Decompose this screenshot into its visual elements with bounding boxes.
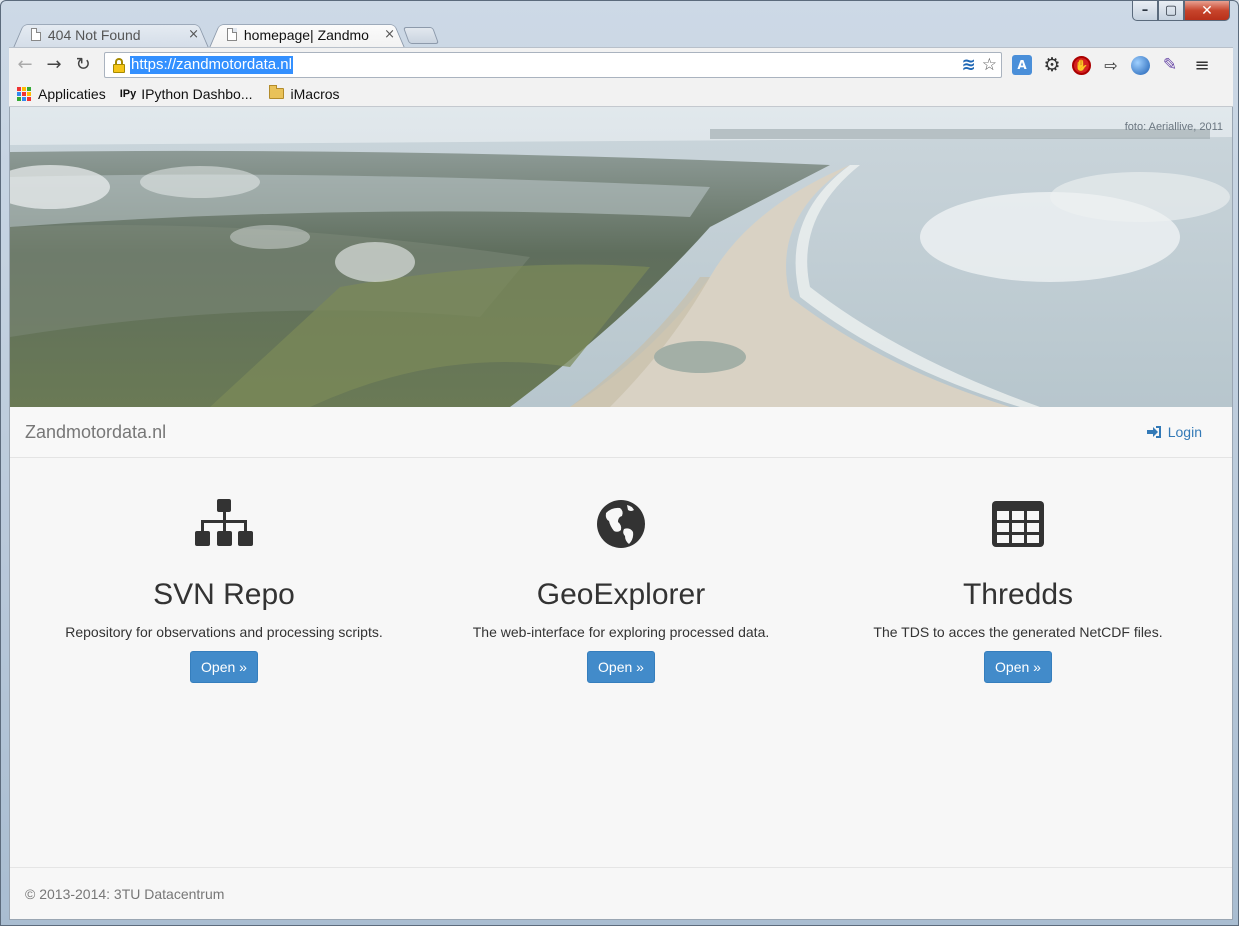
omnibox-actions: ≋ ☆	[962, 55, 998, 75]
open-geoexplorer-button[interactable]: Open »	[587, 651, 655, 683]
minimize-icon: –	[1141, 3, 1149, 18]
login-label: Login	[1167, 424, 1202, 440]
folder-icon	[268, 85, 284, 99]
forward-button[interactable]: →	[41, 52, 67, 78]
column-description: Repository for observations and processi…	[65, 624, 383, 640]
bookmark-label: Applicaties	[38, 85, 106, 102]
log-in-icon	[1146, 426, 1161, 438]
address-bar[interactable]: https://zandmotordata.nl ≋ ☆	[104, 52, 1002, 78]
hero-image: foto: Aeriallive, 2011	[10, 107, 1232, 407]
bookmark-applicaties[interactable]: Applicaties	[17, 86, 106, 102]
sitemap-icon	[24, 498, 424, 550]
site-navbar: Zandmotordata.nl Login	[10, 407, 1232, 458]
apps-icon	[17, 86, 31, 101]
browser-window: – ▢ ✕ 404 Not Found × homepage| Zandmo ×…	[0, 0, 1239, 926]
tab-close-icon[interactable]: ×	[188, 27, 199, 42]
maximize-button[interactable]: ▢	[1158, 1, 1184, 21]
tab-homepage[interactable]: homepage| Zandmo ×	[209, 21, 405, 48]
site-brand[interactable]: Zandmotordata.nl	[25, 422, 166, 443]
bookmark-label: iMacros	[290, 85, 340, 102]
waves-icon[interactable]: ≋	[962, 55, 976, 75]
menu-icon[interactable]: ≡	[1190, 53, 1214, 77]
bookmark-imacros[interactable]: iMacros	[268, 85, 340, 102]
window-controls: – ▢ ✕	[1132, 1, 1230, 21]
page-viewport: foto: Aeriallive, 2011 Zandmotordata.nl …	[9, 107, 1233, 920]
tab-close-icon[interactable]: ×	[384, 27, 395, 42]
feature-columns: SVN Repo Repository for observations and…	[10, 458, 1232, 868]
page-icon	[227, 28, 237, 41]
globe-icon	[421, 498, 821, 550]
lock-warning-icon[interactable]	[112, 57, 126, 73]
bookmark-star-icon[interactable]: ☆	[982, 55, 997, 75]
table-icon	[818, 498, 1218, 550]
open-svn-button[interactable]: Open »	[190, 651, 258, 683]
column-description: The web-interface for exploring processe…	[472, 624, 770, 640]
phone-icon[interactable]: ⇨	[1099, 53, 1123, 77]
login-link[interactable]: Login	[1146, 424, 1202, 440]
close-window-button[interactable]: ✕	[1184, 1, 1230, 21]
page-icon	[31, 28, 41, 41]
tab-title: homepage| Zandmo	[243, 26, 369, 43]
site-footer: © 2013-2014: 3TU Datacentrum	[10, 867, 1232, 919]
column-title: SVN Repo	[153, 578, 295, 611]
bookmarks-bar: Applicaties IPy IPython Dashbo... iMacro…	[9, 81, 1233, 107]
new-tab-button[interactable]	[402, 27, 440, 44]
column-title: Thredds	[962, 578, 1074, 611]
back-button[interactable]: ←	[12, 52, 38, 78]
reload-button[interactable]: ↻	[70, 52, 96, 78]
column-description: The TDS to acces the generated NetCDF fi…	[873, 624, 1163, 640]
copyright-text: © 2013-2014: 3TU Datacentrum	[25, 886, 225, 902]
bookmark-ipython[interactable]: IPy IPython Dashbo...	[120, 86, 253, 102]
minimize-button[interactable]: –	[1132, 1, 1158, 21]
column-thredds: Thredds The TDS to acces the generated N…	[818, 498, 1218, 683]
tab-title: 404 Not Found	[47, 26, 141, 43]
maximize-icon: ▢	[1164, 3, 1178, 18]
column-geoexplorer: GeoExplorer The web-interface for explor…	[421, 498, 821, 683]
translate-icon[interactable]: A	[1012, 55, 1032, 75]
gear-icon[interactable]: ⚙	[1040, 53, 1064, 77]
tab-strip: 404 Not Found × homepage| Zandmo ×	[9, 21, 909, 48]
tab-404[interactable]: 404 Not Found ×	[13, 21, 209, 48]
browser-toolbar: ← → ↻ https://zandmotordata.nl ≋ ☆ A ⚙ ✋…	[9, 47, 1233, 81]
extension-icons: A ⚙ ✋ ⇨ ✎ ≡	[1012, 53, 1214, 77]
photo-credit: foto: Aeriallive, 2011	[1124, 121, 1223, 133]
url-text[interactable]: https://zandmotordata.nl	[130, 56, 293, 74]
ipython-icon: IPy	[119, 87, 137, 100]
eyedropper-icon[interactable]: ✎	[1158, 53, 1182, 77]
globe-icon[interactable]	[1131, 55, 1150, 75]
column-title: GeoExplorer	[536, 578, 706, 611]
open-thredds-button[interactable]: Open »	[984, 651, 1052, 683]
column-svn: SVN Repo Repository for observations and…	[24, 498, 424, 683]
close-icon: ✕	[1201, 2, 1213, 19]
bookmark-label: IPython Dashbo...	[141, 85, 253, 102]
stop-icon[interactable]: ✋	[1072, 55, 1091, 75]
aerial-photo	[10, 107, 1232, 407]
